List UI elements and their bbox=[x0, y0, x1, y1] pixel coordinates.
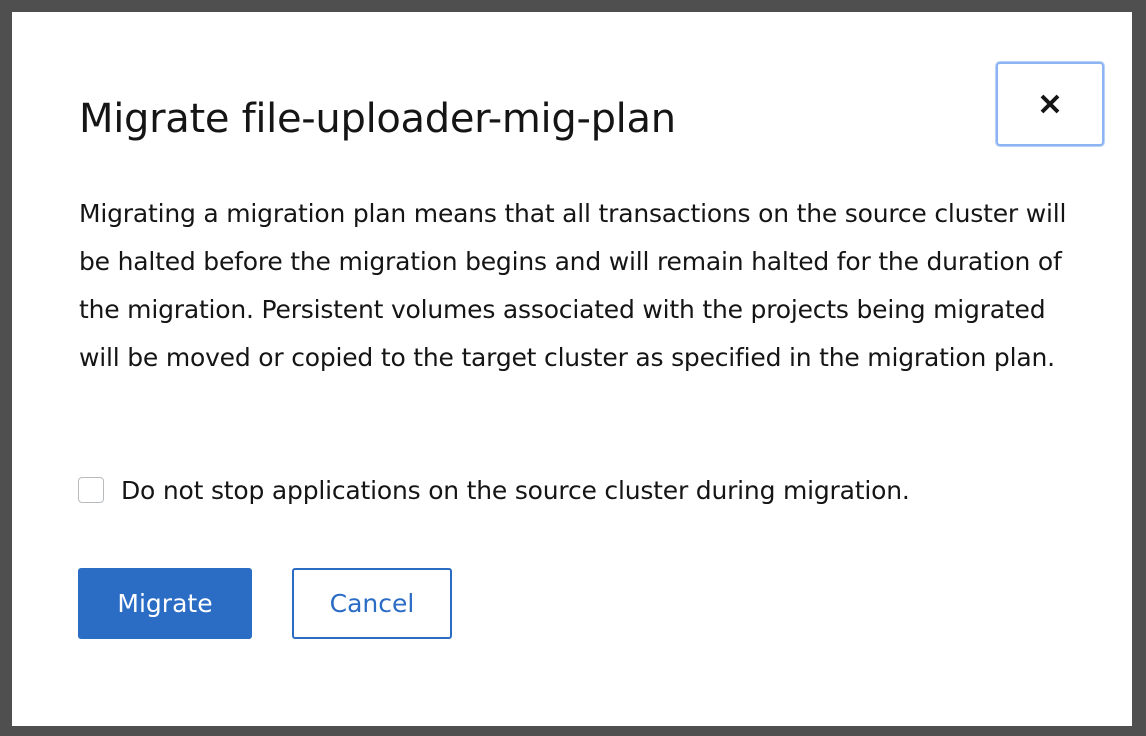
close-button[interactable] bbox=[996, 62, 1104, 146]
modal-description: Migrating a migration plan means that al… bbox=[79, 199, 1067, 372]
cancel-button[interactable]: Cancel bbox=[292, 568, 452, 639]
modal-title: Migrate file-uploader-mig-plan bbox=[79, 96, 676, 142]
stop-applications-label[interactable]: Do not stop applications on the source c… bbox=[121, 476, 910, 505]
stop-applications-option[interactable]: Do not stop applications on the source c… bbox=[78, 468, 910, 512]
migrate-modal: Migrate file-uploader-mig-plan Migrating… bbox=[12, 12, 1132, 726]
close-icon bbox=[1038, 92, 1062, 116]
migrate-button[interactable]: Migrate bbox=[78, 568, 252, 639]
modal-actions: Migrate Cancel bbox=[78, 568, 452, 639]
stop-applications-checkbox[interactable] bbox=[78, 477, 104, 503]
